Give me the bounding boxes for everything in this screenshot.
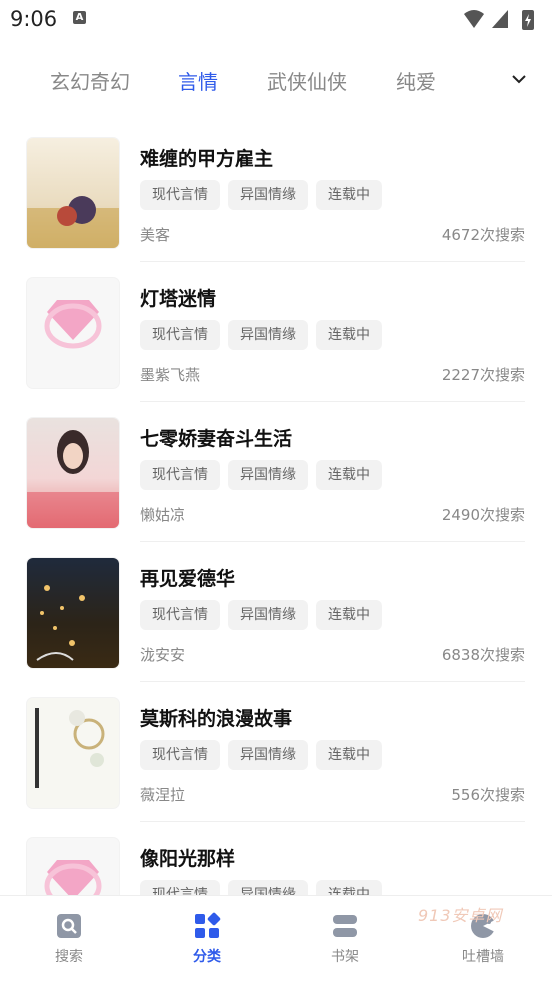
book-author: 薇涅拉 [140,786,186,804]
book-tags: 现代言情 异国情缘 连载中 [140,880,390,895]
list-item[interactable]: 再见爱德华 现代言情 异国情缘 连载中 泷安安 6838次搜索 [0,542,552,682]
tab-wuxia[interactable]: 武侠仙侠 [267,66,347,95]
book-tags: 现代言情 异国情缘 连载中 [140,180,390,210]
search-count: 4672次搜索 [441,226,525,244]
notification-icon: A [73,11,86,24]
tag: 异国情缘 [228,600,308,630]
tag: 连载中 [316,180,382,210]
book-title: 难缠的甲方雇主 [140,148,274,170]
nav-search[interactable]: 搜索 [29,912,109,966]
moon-icon [36,652,74,661]
book-cover [27,838,119,895]
tab-yanqing[interactable]: 言情 [178,66,218,95]
list-item[interactable]: 像阳光那样 现代言情 异国情缘 连载中 [0,822,552,895]
tag: 现代言情 [140,880,220,895]
bookshelf-icon [333,915,357,937]
book-list: 难缠的甲方雇主 现代言情 异国情缘 连载中 美客 4672次搜索 灯塔迷情 现代言情… [0,122,552,895]
tag: 异国情缘 [228,880,308,895]
nav-label: 书架 [331,949,359,965]
book-author: 懒姑凉 [140,506,186,524]
book-cover [27,278,119,388]
search-count: 2227次搜索 [441,366,525,384]
watermark: 913安卓网 [418,906,503,925]
nav-label: 吐槽墙 [462,949,504,965]
category-icon [195,912,221,938]
list-item[interactable]: 难缠的甲方雇主 现代言情 异国情缘 连载中 美客 4672次搜索 [0,122,552,262]
book-cover [27,698,119,808]
book-tags: 现代言情 异国情缘 连载中 [140,740,390,770]
category-tabs: 玄幻奇幻 言情 武侠仙侠 纯爱 [0,56,552,106]
list-item[interactable]: 灯塔迷情 现代言情 异国情缘 连载中 墨紫飞燕 2227次搜索 [0,262,552,402]
chevron-down-icon[interactable] [510,70,528,92]
tag: 现代言情 [140,460,220,490]
book-tags: 现代言情 异国情缘 连载中 [140,600,390,630]
book-title: 七零娇妻奋斗生活 [140,428,293,450]
tag: 现代言情 [140,180,220,210]
tag: 现代言情 [140,320,220,350]
tag: 连载中 [316,880,382,895]
book-title: 灯塔迷情 [140,288,217,310]
status-icons [462,8,542,36]
book-tags: 现代言情 异国情缘 连载中 [140,320,390,350]
book-title: 像阳光那样 [140,848,236,870]
search-count: 6838次搜索 [441,646,525,664]
tag: 现代言情 [140,740,220,770]
book-cover [27,558,119,668]
signal-icon [492,10,508,28]
nav-label: 搜索 [55,949,83,965]
tag: 连载中 [316,740,382,770]
tab-chunai[interactable]: 纯爱 [396,66,436,95]
nav-category[interactable]: 分类 [167,912,247,966]
search-icon [57,914,81,938]
status-time: 9:06 [10,7,58,31]
book-cover [27,138,119,248]
tag: 连载中 [316,460,382,490]
tag: 异国情缘 [228,320,308,350]
book-title: 莫斯科的浪漫故事 [140,708,293,730]
book-tags: 现代言情 异国情缘 连载中 [140,460,390,490]
tag: 连载中 [316,600,382,630]
nav-bookshelf[interactable]: 书架 [305,912,385,966]
list-item[interactable]: 七零娇妻奋斗生活 现代言情 异国情缘 连载中 懒姑凉 2490次搜索 [0,402,552,542]
tag: 异国情缘 [228,740,308,770]
tag: 异国情缘 [228,180,308,210]
nav-label: 分类 [193,949,221,965]
book-author: 美客 [140,226,171,244]
book-title: 再见爱德华 [140,568,236,590]
status-bar: 9:06 A [0,0,552,40]
tag: 连载中 [316,320,382,350]
book-author: 墨紫飞燕 [140,366,201,384]
wifi-icon [464,10,484,28]
tag: 现代言情 [140,600,220,630]
tag: 异国情缘 [228,460,308,490]
list-item[interactable]: 莫斯科的浪漫故事 现代言情 异国情缘 连载中 薇涅拉 556次搜索 [0,682,552,822]
tab-xuanhuan[interactable]: 玄幻奇幻 [50,66,130,95]
search-count: 556次搜索 [451,786,525,804]
book-cover [27,418,119,528]
book-author: 泷安安 [140,646,186,664]
search-count: 2490次搜索 [441,506,525,524]
